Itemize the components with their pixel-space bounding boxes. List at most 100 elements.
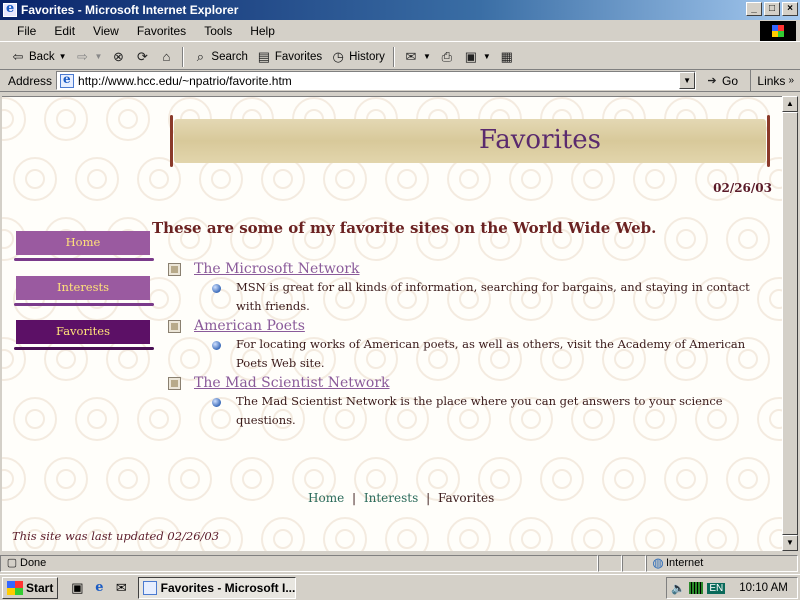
ie-icon (143, 580, 157, 595)
edit-dropdown-icon[interactable]: ▼ (483, 52, 491, 61)
toolbar: ⇦ Back ▼ ⇨ ▼ ⊗ ⟳ ⌂ ⌕ Search ▤ Favorites … (0, 44, 800, 70)
mail-button[interactable]: ✉ ▼ (399, 46, 435, 68)
swirl-decoration (645, 529, 665, 549)
swirl-decoration (149, 169, 169, 189)
footer-current-favorites: Favorites (437, 491, 495, 505)
show-desktop-icon[interactable]: ▣ (68, 579, 86, 597)
swirl-decoration (25, 169, 45, 189)
address-input[interactable]: http://www.hcc.edu/~npatrio/favorite.htm… (56, 71, 697, 90)
maximize-button[interactable]: □ (764, 2, 780, 16)
swirl-decoration (583, 169, 603, 189)
vertical-scrollbar[interactable]: ▲ ▼ (782, 96, 798, 551)
minimize-button[interactable]: _ (746, 2, 762, 16)
nav-home-button[interactable]: Home (14, 231, 154, 261)
footer-nav: Home | Interests | Favorites (308, 491, 494, 505)
swirl-decoration (273, 529, 293, 549)
menu-help[interactable]: Help (241, 24, 284, 38)
globe-icon: ◍ (652, 555, 664, 570)
nav-interests-button[interactable]: Interests (14, 276, 154, 306)
address-bar: Address http://www.hcc.edu/~npatrio/favo… (0, 70, 800, 92)
favorites-folder-icon: ▤ (257, 48, 270, 64)
back-button[interactable]: ⇦ Back ▼ (6, 46, 71, 68)
go-arrow-icon: ➔ (707, 74, 717, 87)
volume-icon[interactable]: 🔈 (671, 581, 685, 595)
favorites-button[interactable]: ▤ Favorites (252, 46, 326, 68)
swirl-decoration (56, 469, 76, 489)
swirl-decoration (180, 469, 200, 489)
taskbar: Start ▣ e ✉ Favorites - Microsoft I... 🔈… (0, 574, 800, 600)
start-button[interactable]: Start (2, 576, 59, 599)
links-button[interactable]: Links » (750, 70, 800, 91)
swirl-decoration (645, 169, 665, 189)
back-dropdown-icon[interactable]: ▼ (59, 52, 67, 61)
home-button[interactable]: ⌂ (154, 46, 178, 68)
address-dropdown-icon[interactable]: ▼ (679, 72, 696, 89)
swirl-decoration (211, 409, 231, 429)
print-button[interactable]: ⎙ (435, 46, 459, 68)
swirl-decoration (707, 529, 727, 549)
menu-tools[interactable]: Tools (195, 24, 241, 38)
menu-favorites[interactable]: Favorites (128, 24, 195, 38)
page-date: 02/26/03 (713, 181, 772, 195)
windows-logo-icon (760, 21, 796, 41)
site-description: The Mad Scientist Network is the place w… (236, 394, 723, 427)
stop-button[interactable]: ⊗ (106, 46, 130, 68)
refresh-button[interactable]: ⟳ (130, 46, 154, 68)
discuss-button[interactable]: ▦ (495, 46, 519, 68)
ie-quicklaunch-icon[interactable]: e (90, 579, 108, 597)
system-tray: 🔈 EN 10:10 AM (666, 577, 798, 599)
status-panel (598, 554, 622, 572)
mail-dropdown-icon[interactable]: ▼ (423, 52, 431, 61)
swirl-decoration (242, 469, 262, 489)
toolbar-separator (182, 46, 185, 67)
swirl-decoration (118, 349, 138, 369)
zone-panel: ◍ Internet (646, 554, 798, 572)
menu-view[interactable]: View (84, 24, 128, 38)
link-mad-scientist-network[interactable]: The Mad Scientist Network (194, 375, 390, 391)
discuss-icon: ▦ (500, 48, 513, 64)
outlook-express-icon[interactable]: ✉ (112, 579, 130, 597)
zone-text: Internet (666, 557, 704, 569)
nav-favorites-button[interactable]: Favorites (14, 320, 154, 350)
bullet-icon (212, 398, 221, 407)
swirl-decoration (211, 169, 231, 189)
status-panel (622, 554, 646, 572)
go-button[interactable]: ➔ Go (704, 73, 738, 89)
edit-button[interactable]: ▣ ▼ (459, 46, 495, 68)
footer-separator: | (426, 491, 431, 505)
menu-file[interactable]: File (8, 24, 45, 38)
footer-link-home[interactable]: Home (308, 491, 344, 505)
page-title: Favorites (478, 125, 602, 155)
search-button[interactable]: ⌕ Search (188, 46, 251, 68)
status-text-panel: ▢ Done (0, 554, 598, 572)
back-label: Back (29, 50, 55, 63)
footer-separator: | (352, 491, 357, 505)
history-icon: ◷ (332, 48, 344, 64)
history-button[interactable]: ◷ History (326, 46, 389, 68)
swirl-decoration (583, 529, 603, 549)
swirl-decoration (459, 529, 479, 549)
link-item-icon (168, 263, 181, 276)
forward-button[interactable]: ⇨ ▼ (71, 46, 107, 68)
close-button[interactable]: × (782, 2, 798, 16)
language-indicator[interactable]: EN (707, 582, 726, 594)
swirl-decoration (118, 109, 138, 129)
menu-edit[interactable]: Edit (45, 24, 84, 38)
link-microsoft-network[interactable]: The Microsoft Network (194, 261, 359, 277)
network-meter-icon (689, 582, 704, 594)
clock: 10:10 AM (739, 582, 788, 594)
scroll-up-button[interactable]: ▲ (782, 96, 798, 112)
footer-link-interests[interactable]: Interests (364, 491, 418, 505)
link-american-poets[interactable]: American Poets (194, 318, 305, 334)
forward-dropdown-icon[interactable]: ▼ (95, 52, 103, 61)
toolbar-separator (392, 46, 395, 67)
taskbar-ie-window[interactable]: Favorites - Microsoft I... (138, 576, 297, 599)
swirl-decoration (738, 469, 758, 489)
scroll-thumb[interactable] (782, 112, 798, 535)
swirl-decoration (56, 349, 76, 369)
search-icon: ⌕ (196, 48, 205, 64)
scroll-down-button[interactable]: ▼ (782, 535, 798, 551)
intro-heading: These are some of my favorite sites on t… (152, 219, 657, 237)
swirl-decoration (25, 409, 45, 429)
swirl-decoration (56, 109, 76, 129)
